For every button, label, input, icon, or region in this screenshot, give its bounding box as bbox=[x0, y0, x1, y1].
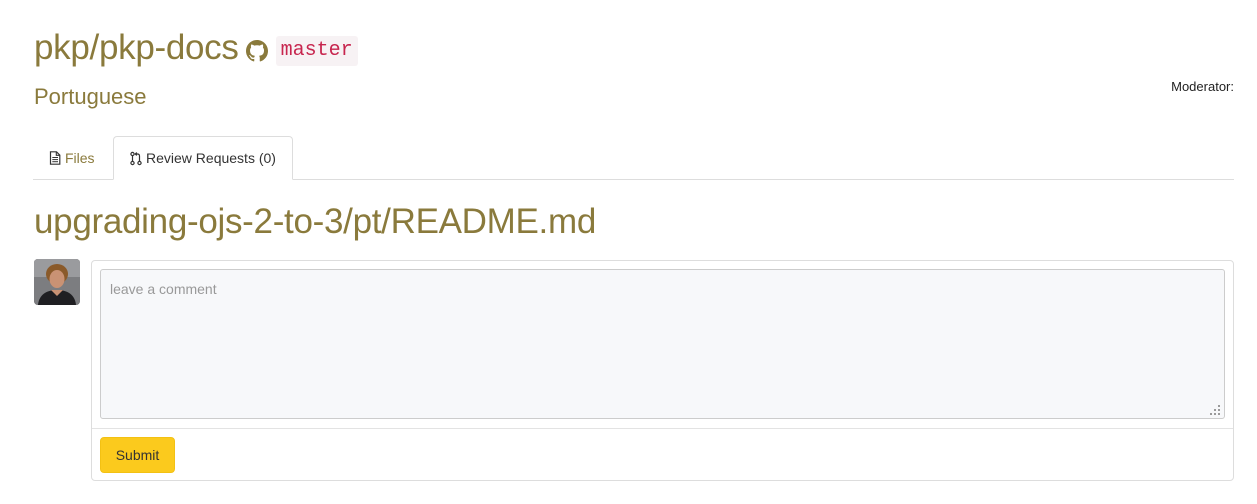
comment-textarea[interactable] bbox=[100, 269, 1225, 419]
repo-name[interactable]: pkp/pkp-docs bbox=[34, 26, 239, 70]
comment-panel: Submit bbox=[91, 260, 1234, 481]
github-icon[interactable] bbox=[245, 40, 268, 62]
file-icon bbox=[49, 150, 61, 165]
moderator-label: Moderator: bbox=[1171, 79, 1234, 94]
avatar bbox=[34, 259, 80, 305]
tab-review-requests-label: Review Requests (0) bbox=[146, 150, 276, 166]
file-path-heading: upgrading-ojs-2-to-3/pt/README.md bbox=[34, 202, 596, 241]
tab-bar: Files Review Requests (0) bbox=[33, 136, 1234, 180]
language-label: Portuguese bbox=[34, 84, 147, 109]
resize-grip-icon[interactable] bbox=[1209, 404, 1221, 416]
tab-files[interactable]: Files bbox=[33, 136, 111, 179]
submit-button[interactable]: Submit bbox=[100, 437, 175, 473]
tab-review-requests[interactable]: Review Requests (0) bbox=[113, 136, 293, 180]
pull-request-icon bbox=[130, 151, 142, 165]
repo-title: pkp/pkp-docs master bbox=[34, 26, 358, 70]
branch-badge: master bbox=[275, 36, 358, 66]
panel-divider bbox=[92, 428, 1233, 429]
tab-files-label: Files bbox=[65, 149, 95, 166]
